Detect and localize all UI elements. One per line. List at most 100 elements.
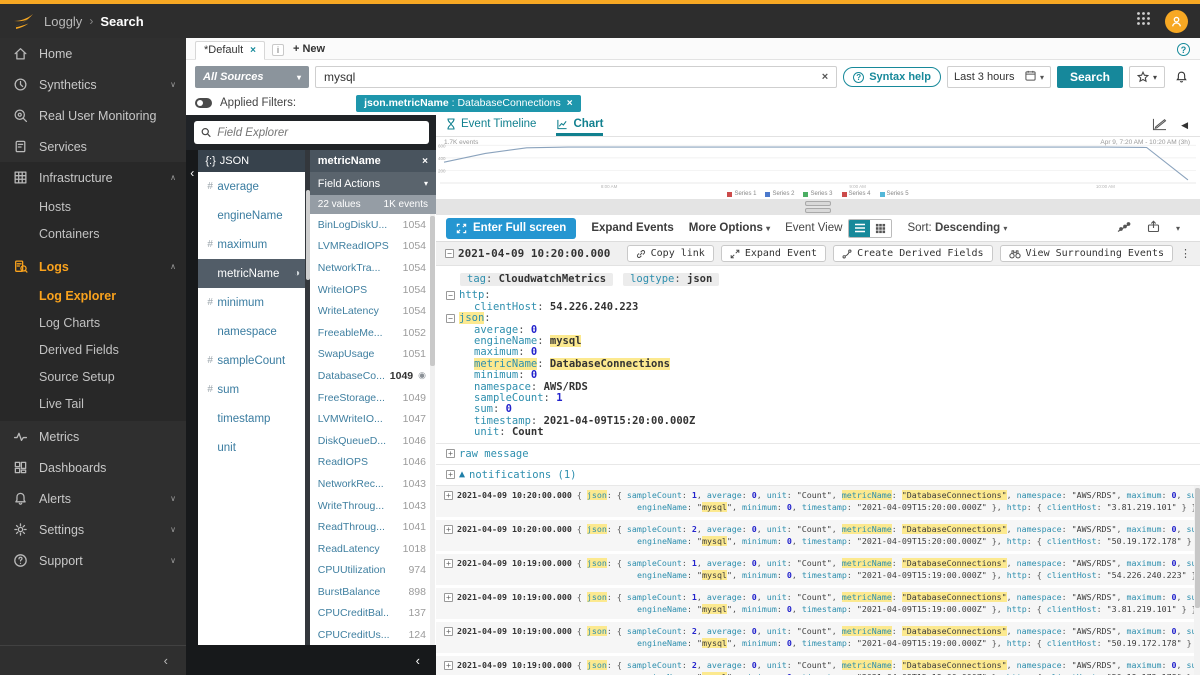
expand-icon[interactable]: +	[444, 627, 453, 636]
value-row-WriteLatency[interactable]: WriteLatency1054	[310, 300, 436, 322]
value-row-NetworkRec[interactable]: NetworkRec...1043	[310, 473, 436, 495]
create-derived-fields-button[interactable]: Create Derived Fields	[833, 245, 992, 262]
more-actions-icon[interactable]: ⋮	[1180, 247, 1191, 260]
field-actions-dropdown[interactable]: Field Actions ▾	[310, 172, 436, 195]
sidebar-item-support[interactable]: Support∨	[0, 545, 186, 576]
event-row[interactable]: +2021-04-09 10:19:00.000 { json: { sampl…	[436, 656, 1200, 675]
eye-icon[interactable]: ◉	[418, 370, 426, 381]
value-row-FreeStorage[interactable]: FreeStorage...1049	[310, 387, 436, 409]
value-row-ReadThroug[interactable]: ReadThroug...1041	[310, 516, 436, 538]
value-row-WriteThroug[interactable]: WriteThroug...1043	[310, 495, 436, 517]
field-timestamp[interactable]: timestamp	[198, 404, 305, 433]
caret-down-icon[interactable]: ▾	[1176, 224, 1180, 233]
tab-event-timeline[interactable]: Event Timeline	[446, 115, 536, 136]
field-maximum[interactable]: #maximum	[198, 230, 305, 259]
event-row[interactable]: +2021-04-09 10:20:00.000 { json: { sampl…	[436, 486, 1200, 520]
sidebar-item-services[interactable]: Services	[0, 131, 186, 162]
tab-default[interactable]: *Default ×	[195, 41, 265, 60]
field-sum[interactable]: #sum	[198, 375, 305, 404]
remove-filter-icon[interactable]: ×	[567, 98, 573, 109]
sidebar-item-alerts[interactable]: Alerts∨	[0, 483, 186, 514]
filter-pill-metricname[interactable]: json.metricName : DatabaseConnections ×	[356, 95, 581, 112]
tab-info-icon[interactable]: i	[272, 44, 284, 56]
help-icon[interactable]: ?	[1177, 43, 1190, 56]
panel-splitter[interactable]	[436, 199, 1200, 215]
sidebar-item-settings[interactable]: Settings∨	[0, 514, 186, 545]
close-icon[interactable]: ×	[422, 156, 428, 167]
sidebar-subitem-containers[interactable]: Containers	[0, 220, 186, 247]
expand-icon[interactable]: +	[446, 470, 455, 479]
value-row-FreeableMe[interactable]: FreeableMe...1052	[310, 322, 436, 344]
scatter-icon[interactable]	[1117, 221, 1131, 236]
value-row-LVMReadIOPS[interactable]: LVMReadIOPS1054	[310, 236, 436, 258]
saved-searches-button[interactable]: ▾	[1129, 66, 1165, 88]
values-scrollbar[interactable]	[430, 214, 435, 645]
syntax-help-button[interactable]: ? Syntax help	[843, 67, 941, 87]
collapse-event-icon[interactable]: −	[445, 249, 454, 258]
collapse-fields-strip[interactable]: ‹	[186, 150, 198, 645]
events-scrollbar[interactable]	[1194, 486, 1200, 675]
query-input[interactable]: mysql ×	[315, 66, 837, 88]
value-row-WriteIOPS[interactable]: WriteIOPS1054	[310, 279, 436, 301]
field-average[interactable]: #average	[198, 172, 305, 201]
user-avatar[interactable]	[1165, 10, 1188, 33]
event-row[interactable]: +2021-04-09 10:20:00.000 { json: { sampl…	[436, 520, 1200, 554]
sidebar-subitem-hosts[interactable]: Hosts	[0, 193, 186, 220]
value-row-CPUCreditBal[interactable]: CPUCreditBal...137	[310, 603, 436, 625]
legend-item[interactable]: Series 2	[765, 191, 794, 197]
clear-query-icon[interactable]: ×	[822, 71, 828, 83]
legend-item[interactable]: Series 1	[727, 191, 756, 197]
grid-view-button[interactable]	[870, 220, 891, 237]
field-explorer-input[interactable]	[217, 127, 422, 139]
value-row-CPUUtilization[interactable]: CPUUtilization974	[310, 560, 436, 582]
raw-message-row[interactable]: + raw message	[436, 444, 1200, 465]
collapse-icon[interactable]: −	[446, 291, 455, 300]
sources-dropdown[interactable]: All Sources ▾	[195, 66, 309, 88]
sidebar-subitem-log-explorer[interactable]: Log Explorer	[0, 282, 186, 309]
splitter-handle[interactable]	[805, 201, 831, 206]
expand-icon[interactable]: +	[444, 661, 453, 670]
value-row-ReadIOPS[interactable]: ReadIOPS1046	[310, 452, 436, 474]
sidebar-item-dashboards[interactable]: Dashboards	[0, 452, 186, 483]
time-range-picker[interactable]: Last 3 hours ▾	[947, 66, 1051, 88]
sidebar-item-rum[interactable]: Real User Monitoring	[0, 100, 186, 131]
copy-link-button[interactable]: Copy link	[627, 245, 714, 262]
value-row-DiskQueueD[interactable]: DiskQueueD...1046	[310, 430, 436, 452]
value-row-BurstBalance[interactable]: BurstBalance898	[310, 581, 436, 603]
list-view-button[interactable]	[849, 220, 870, 237]
event-row[interactable]: +2021-04-09 10:19:00.000 { json: { sampl…	[436, 588, 1200, 622]
value-row-DatabaseCo[interactable]: DatabaseCo...1049◉	[310, 365, 436, 387]
expand-icon[interactable]: +	[444, 491, 453, 500]
value-row-CPUCreditUs[interactable]: CPUCreditUs...124	[310, 624, 436, 645]
sidebar-collapse[interactable]: ‹	[0, 645, 186, 675]
filters-toggle[interactable]	[195, 98, 212, 108]
more-options-dropdown[interactable]: More Options ▾	[689, 222, 770, 234]
field-engineName[interactable]: engineName	[198, 201, 305, 230]
expand-icon[interactable]: +	[446, 449, 455, 458]
sidebar-subitem-live-tail[interactable]: Live Tail	[0, 390, 186, 417]
sidebar-item-home[interactable]: Home	[0, 38, 186, 69]
field-minimum[interactable]: #minimum	[198, 288, 305, 317]
app-switcher-icon[interactable]	[1136, 11, 1151, 31]
legend-item[interactable]: Series 3	[803, 191, 832, 197]
field-toggle-icon[interactable]: ◑	[294, 268, 300, 279]
value-row-SwapUsage[interactable]: SwapUsage1051	[310, 344, 436, 366]
expand-event-button[interactable]: Expand Event	[721, 245, 826, 262]
expand-events-button[interactable]: Expand Events	[591, 222, 673, 234]
value-row-ReadLatency[interactable]: ReadLatency1018	[310, 538, 436, 560]
enter-fullscreen-button[interactable]: Enter Full screen	[446, 218, 576, 239]
collapse-left-icon[interactable]: ‹	[190, 166, 194, 180]
sidebar-subitem-derived-fields[interactable]: Derived Fields	[0, 336, 186, 363]
expand-icon[interactable]: +	[444, 593, 453, 602]
search-button[interactable]: Search	[1057, 66, 1123, 88]
field-namespace[interactable]: namespace	[198, 317, 305, 346]
new-tab-button[interactable]: + New	[293, 43, 325, 55]
event-row[interactable]: +2021-04-09 10:19:00.000 { json: { sampl…	[436, 554, 1200, 588]
collapse-panel-icon[interactable]: ◀	[1181, 120, 1188, 131]
value-row-NetworkTra[interactable]: NetworkTra...1054	[310, 257, 436, 279]
alerts-bell-icon[interactable]	[1171, 70, 1192, 84]
export-icon[interactable]	[1147, 220, 1160, 236]
sidebar-item-metrics[interactable]: Metrics	[0, 421, 186, 452]
notifications-row[interactable]: + ▲ notifications (1)	[436, 465, 1200, 486]
legend-item[interactable]: Series 5	[880, 191, 909, 197]
